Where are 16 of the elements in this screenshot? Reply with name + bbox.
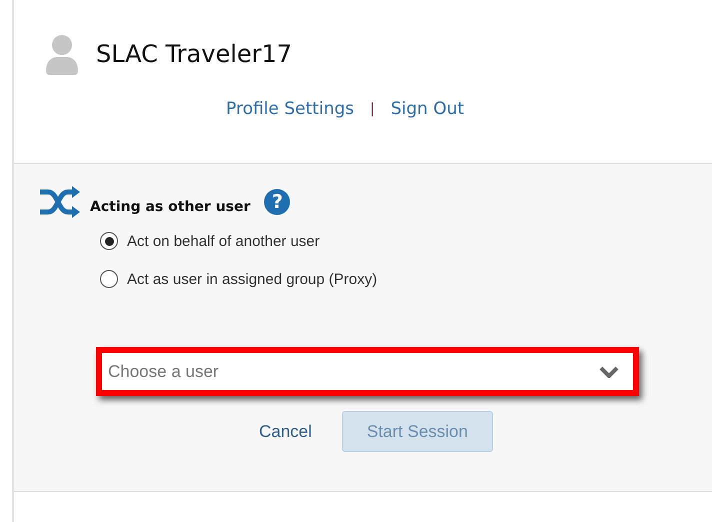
section-title: Acting as other user [90, 199, 250, 215]
user-input[interactable]: Choose a user [108, 362, 508, 382]
chevron-down-icon [599, 366, 619, 378]
user-name: SLAC Traveler17 [96, 40, 292, 68]
profile-settings-link[interactable]: Profile Settings [226, 99, 354, 119]
shuffle-icon [38, 186, 80, 218]
radio-button[interactable] [100, 232, 118, 250]
link-separator: | [370, 101, 375, 117]
radio-button[interactable] [100, 270, 118, 288]
help-button[interactable]: ? [264, 189, 290, 215]
sign-out-link[interactable]: Sign Out [390, 99, 464, 119]
radio-label: Act on behalf of another user [127, 232, 320, 250]
radio-label: Act as user in assigned group (Proxy) [127, 270, 378, 288]
user-avatar-icon [44, 33, 80, 75]
user-dropdown[interactable]: Choose a user [96, 347, 639, 396]
cancel-link[interactable]: Cancel [259, 422, 312, 442]
